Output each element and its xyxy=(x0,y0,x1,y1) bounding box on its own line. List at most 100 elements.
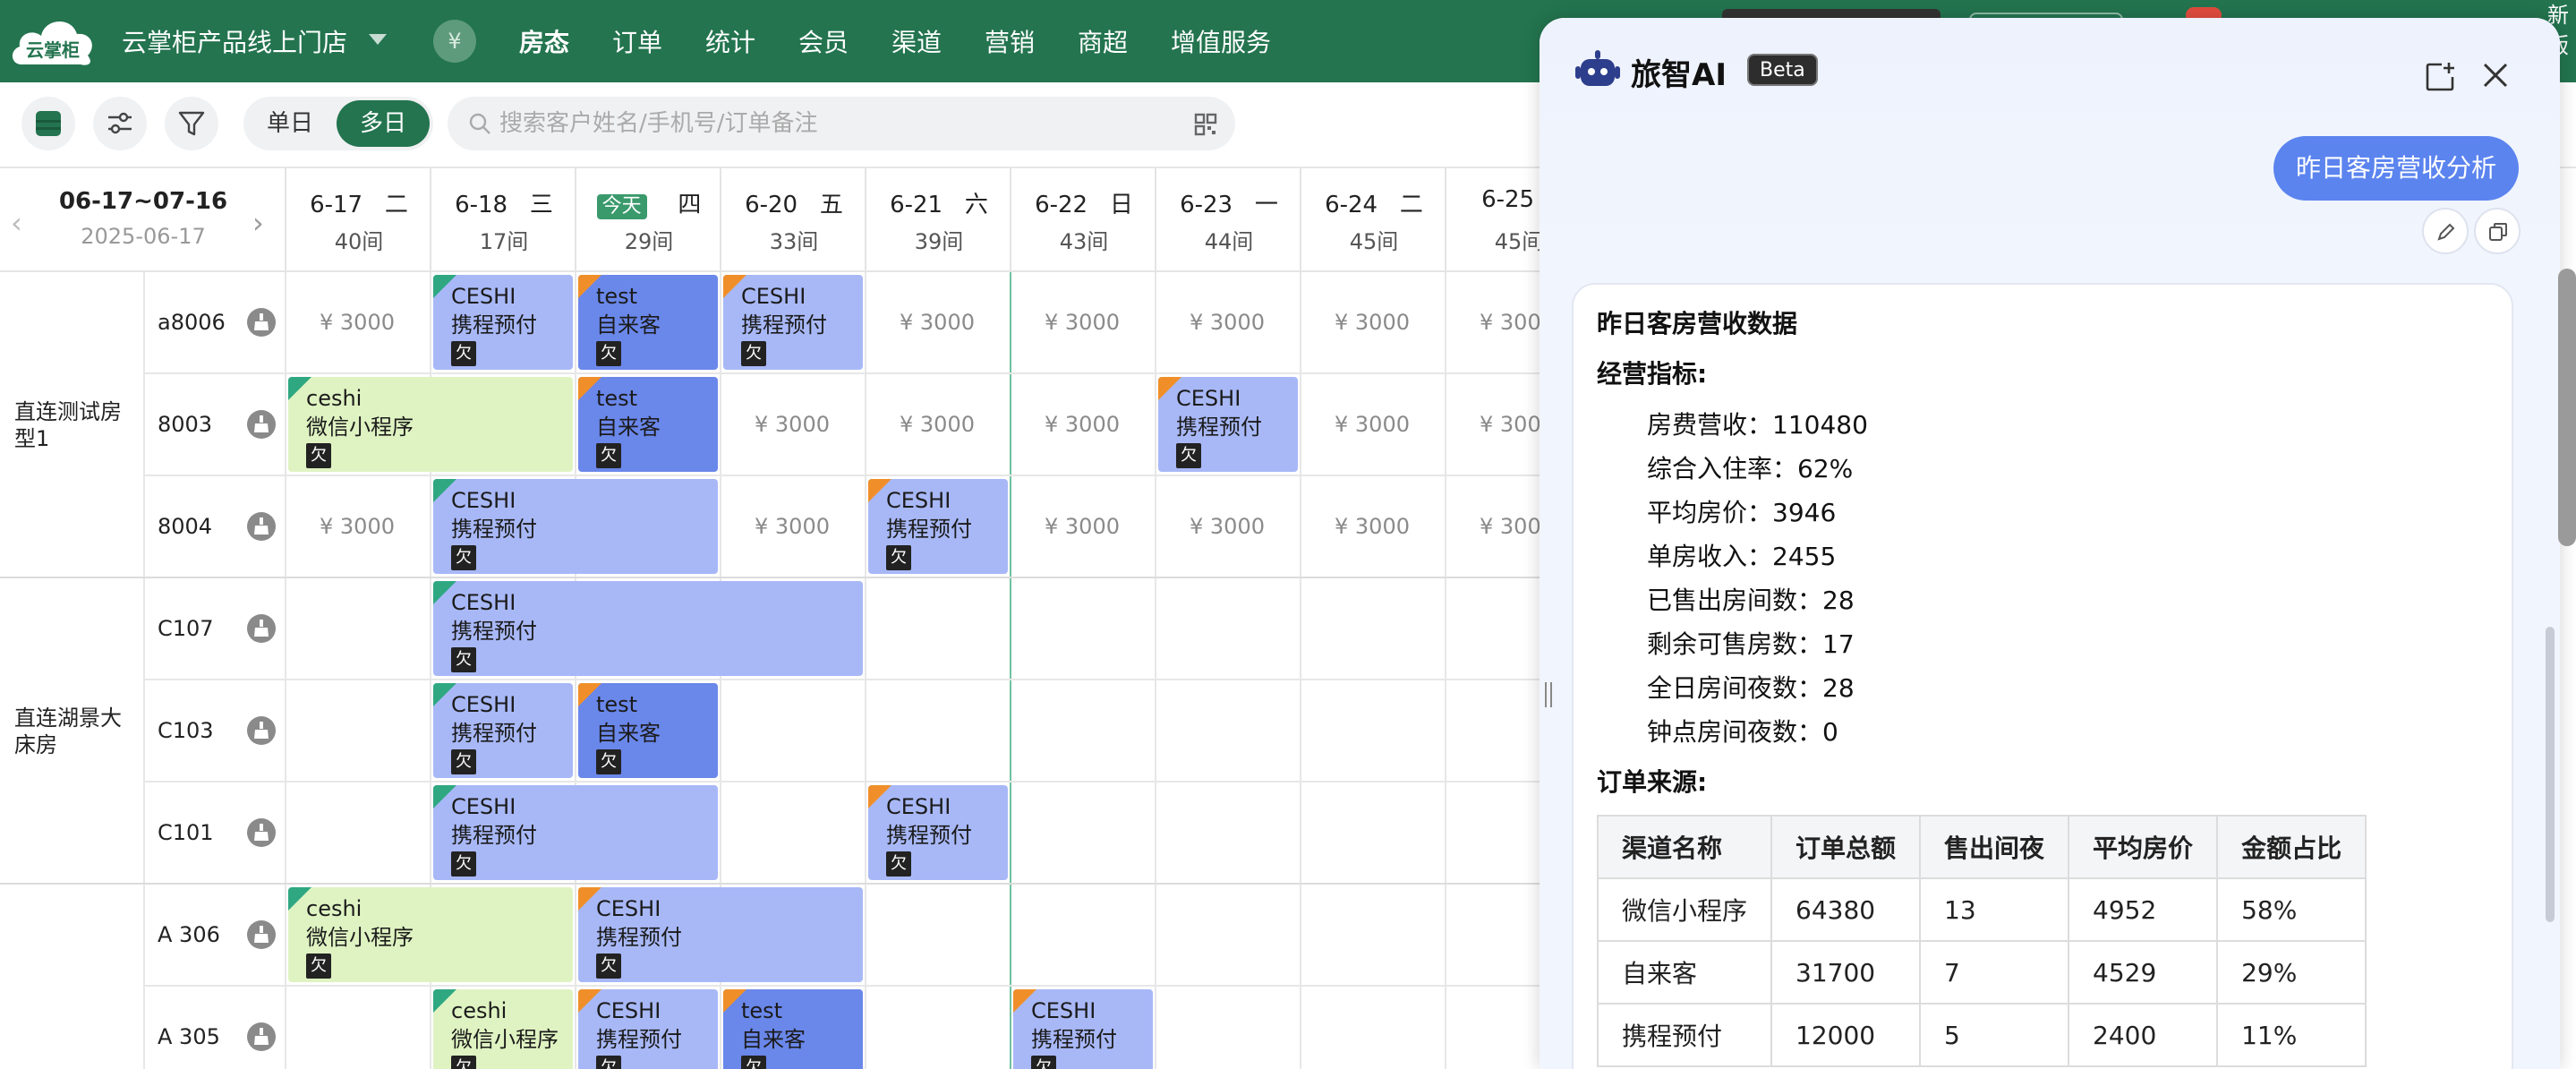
room-price[interactable]: ¥ 3000 xyxy=(1300,412,1445,437)
clean-status-icon[interactable] xyxy=(247,512,276,541)
room-number[interactable]: C103 xyxy=(158,718,214,743)
table-row: 携程预付 12000 5 2400 11% xyxy=(1596,1003,2367,1067)
booking-block[interactable]: CESHI 携程预付欠 xyxy=(1158,377,1298,472)
room-price[interactable]: ¥ 3000 xyxy=(1010,310,1155,335)
nav-orders[interactable]: 订单 xyxy=(612,23,662,59)
room-price[interactable]: ¥ 3000 xyxy=(1300,310,1445,335)
room-price[interactable]: ¥ 3000 xyxy=(285,514,430,539)
booking-block[interactable]: CESHI 携程预付欠 xyxy=(1013,989,1153,1069)
booking-block[interactable]: test 自来客欠 xyxy=(578,683,718,778)
guest-name: CESHI xyxy=(886,488,951,513)
yen-icon[interactable]: ¥ xyxy=(433,20,476,63)
booking-block[interactable]: CESHI 携程预付欠 xyxy=(433,683,573,778)
nav-marketing[interactable]: 营销 xyxy=(985,23,1035,59)
booking-block[interactable]: test 自来客欠 xyxy=(578,377,718,472)
clean-status-icon[interactable] xyxy=(247,308,276,337)
booking-block[interactable]: CESHI 携程预付欠 xyxy=(433,785,718,880)
room-number[interactable]: A 305 xyxy=(158,1024,220,1049)
room-price[interactable]: ¥ 3000 xyxy=(720,412,865,437)
day-column-header[interactable]: 6-17 二 40间 xyxy=(285,168,430,272)
nav-members[interactable]: 会员 xyxy=(798,23,849,59)
chevron-left-icon[interactable]: ‹ xyxy=(11,206,22,240)
booking-block[interactable]: test 自来客欠 xyxy=(578,275,718,370)
day-column-header[interactable]: 6-24 二 45间 xyxy=(1300,168,1445,272)
clean-status-icon[interactable] xyxy=(247,716,276,745)
close-icon[interactable] xyxy=(2481,61,2510,90)
page-scrollbar[interactable] xyxy=(2558,269,2576,546)
booking-block[interactable]: ceshi 微信小程序欠 xyxy=(433,989,573,1069)
resize-handle-icon[interactable] xyxy=(1543,680,1554,709)
copy-message-button[interactable] xyxy=(2474,208,2521,254)
booking-block[interactable]: CESHI 携程预付欠 xyxy=(433,581,863,676)
multi-day-toggle[interactable]: 多日 xyxy=(337,100,430,147)
booking-block[interactable]: CESHI 携程预付欠 xyxy=(578,989,718,1069)
nav-channels[interactable]: 渠道 xyxy=(891,23,942,59)
date-range[interactable]: 06-17~07-16 xyxy=(36,188,251,215)
room-price[interactable]: ¥ 3000 xyxy=(865,310,1010,335)
day-column-header[interactable]: 6-22 日 43间 xyxy=(1010,168,1155,272)
booking-block[interactable]: CESHI 携程预付欠 xyxy=(868,785,1008,880)
booking-block[interactable]: ceshi 微信小程序欠 xyxy=(288,887,573,982)
day-column-header[interactable]: 6-23 一 44间 xyxy=(1155,168,1300,272)
nav-value-added[interactable]: 增值服务 xyxy=(1171,23,1271,59)
booking-block[interactable]: CESHI 携程预付欠 xyxy=(433,275,573,370)
day-column-header[interactable]: 6-20 五 33间 xyxy=(720,168,865,272)
room-number[interactable]: A 306 xyxy=(158,922,220,947)
nav-room-status[interactable]: 房态 xyxy=(519,23,569,59)
booking-block[interactable]: ceshi 微信小程序欠 xyxy=(288,377,573,472)
room-number[interactable]: 8003 xyxy=(158,412,212,437)
clean-status-icon[interactable] xyxy=(247,818,276,847)
room-number[interactable]: a8006 xyxy=(158,310,226,335)
owed-badge: 欠 xyxy=(306,443,331,468)
current-date: 2025-06-17 xyxy=(81,224,206,249)
chevron-right-icon[interactable]: › xyxy=(252,206,264,240)
booking-block[interactable]: CESHI 携程预付欠 xyxy=(868,479,1008,574)
layout-button[interactable] xyxy=(21,97,75,150)
booking-block[interactable]: CESHI 携程预付欠 xyxy=(723,275,863,370)
owed-badge: 欠 xyxy=(451,647,476,672)
room-price[interactable]: ¥ 3000 xyxy=(1010,412,1155,437)
edit-message-button[interactable] xyxy=(2422,208,2469,254)
chevron-down-icon[interactable] xyxy=(369,34,387,45)
room-price[interactable]: ¥ 3000 xyxy=(865,412,1010,437)
day-column-header[interactable]: 6-21 六 39间 xyxy=(865,168,1010,272)
room-number[interactable]: C107 xyxy=(158,616,214,641)
metric-item: 单房收入：2455 xyxy=(1647,542,1837,571)
room-number[interactable]: C101 xyxy=(158,820,214,845)
hotel-name[interactable]: 云掌柜产品线上门店 xyxy=(122,23,347,59)
brand-logo[interactable]: 云掌柜 xyxy=(9,11,97,68)
day-column-header[interactable]: 今天 四 29间 xyxy=(575,168,720,272)
room-type-label[interactable]: 直连湖景大床房 xyxy=(14,705,140,758)
room-price[interactable]: ¥ 3000 xyxy=(1155,310,1300,335)
room-price[interactable]: ¥ 3000 xyxy=(1010,514,1155,539)
room-price[interactable]: ¥ 3000 xyxy=(1300,514,1445,539)
nav-mall[interactable]: 商超 xyxy=(1078,23,1128,59)
room-price[interactable]: ¥ 3000 xyxy=(1155,514,1300,539)
day-column-header[interactable]: 6-18 三 17间 xyxy=(430,168,575,272)
guest-name: ceshi xyxy=(306,896,363,921)
table-cell: 2400 xyxy=(2068,1003,2219,1067)
search-input[interactable] xyxy=(499,97,1126,150)
booking-block[interactable]: CESHI 携程预付欠 xyxy=(433,479,718,574)
booking-block[interactable]: test 自来客欠 xyxy=(723,989,863,1069)
booking-block[interactable]: CESHI 携程预付欠 xyxy=(578,887,863,982)
clean-status-icon[interactable] xyxy=(247,920,276,949)
room-price[interactable]: ¥ 3000 xyxy=(285,310,430,335)
settings-button[interactable] xyxy=(93,97,147,150)
room-number[interactable]: 8004 xyxy=(158,514,212,539)
broom-icon xyxy=(254,620,269,637)
room-type-label[interactable]: 直连测试房型1 xyxy=(14,398,140,452)
ai-panel-scrollbar[interactable] xyxy=(2546,627,2555,922)
scan-icon[interactable] xyxy=(1194,113,1217,136)
room-price[interactable]: ¥ 3000 xyxy=(720,514,865,539)
clean-status-icon[interactable] xyxy=(247,410,276,439)
booking-status-corner xyxy=(433,989,456,1013)
nav-statistics[interactable]: 统计 xyxy=(705,23,755,59)
owed-badge: 欠 xyxy=(451,749,476,774)
booking-channel: 自来客 xyxy=(596,312,661,338)
new-chat-icon[interactable] xyxy=(2424,61,2456,93)
clean-status-icon[interactable] xyxy=(247,1022,276,1051)
clean-status-icon[interactable] xyxy=(247,614,276,643)
filter-button[interactable] xyxy=(165,97,218,150)
single-day-toggle[interactable]: 单日 xyxy=(243,97,337,150)
